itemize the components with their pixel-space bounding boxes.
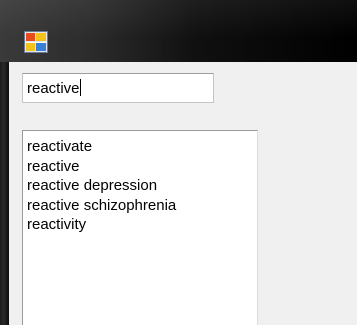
title-bar[interactable]: [0, 0, 357, 62]
suggestion-listbox[interactable]: reactivate reactive reactive depression …: [22, 130, 258, 325]
list-item[interactable]: reactive depression: [27, 176, 257, 196]
list-item[interactable]: reactivate: [27, 137, 257, 157]
search-input-value: reactive: [27, 80, 80, 97]
client-area: reactive reactivate reactive reactive de…: [9, 62, 357, 325]
application-icon[interactable]: [24, 31, 48, 53]
search-input[interactable]: reactive: [22, 73, 214, 103]
application-window: reactive reactivate reactive reactive de…: [0, 0, 357, 325]
list-item[interactable]: reactive schizophrenia: [27, 196, 257, 216]
list-item[interactable]: reactive: [27, 157, 257, 177]
window-frame-left: [0, 62, 9, 325]
list-item[interactable]: reactivity: [27, 215, 257, 235]
text-caret: [79, 79, 81, 96]
